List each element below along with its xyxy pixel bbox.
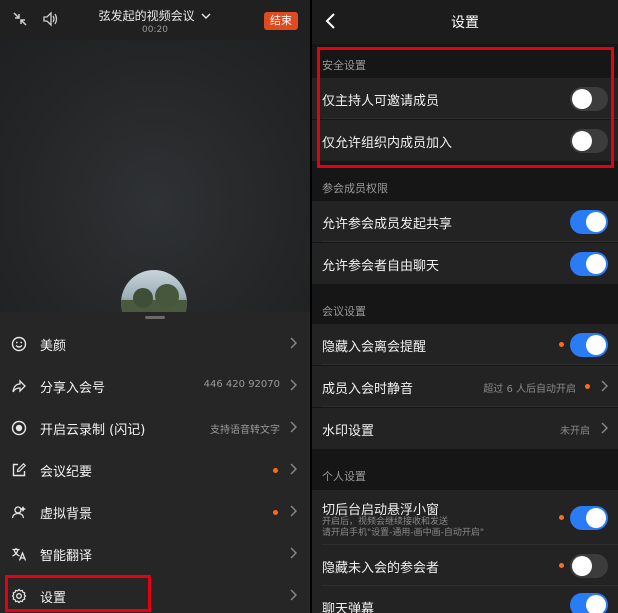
meeting-panel: 弦发起的视频会议 00:20 结束 美颜 分享入会号 446 420 92070… bbox=[0, 0, 310, 613]
menu-item-translate[interactable]: 智能翻译 bbox=[0, 533, 310, 575]
toggle-floating-window[interactable] bbox=[570, 506, 608, 530]
menu-item-meeting-notes[interactable]: 会议纪要 bbox=[0, 449, 310, 491]
setting-row-allow-share: 允许参会成员发起共享 bbox=[312, 201, 618, 242]
setting-row-floating-window: 切后台启动悬浮小窗 开启后，视频会继续接收和发送 请开启手机"设置-通用-画中画… bbox=[312, 490, 618, 545]
record-icon bbox=[11, 420, 27, 436]
meeting-top-bar: 弦发起的视频会议 00:20 结束 bbox=[0, 0, 310, 40]
new-badge-dot bbox=[559, 563, 564, 568]
setting-label: 切后台启动悬浮小窗 bbox=[322, 503, 440, 518]
share-icon bbox=[12, 379, 26, 393]
setting-value: 未开启 bbox=[560, 426, 590, 437]
highlight-box-security bbox=[317, 47, 614, 168]
toggle-free-chat[interactable] bbox=[570, 252, 608, 276]
chevron-right-icon bbox=[290, 337, 297, 349]
setting-value: 超过 6 人后自动开启 bbox=[483, 384, 576, 395]
chevron-right-icon bbox=[601, 380, 608, 392]
setting-label: 隐藏入会离会提醒 bbox=[322, 340, 427, 355]
highlight-box-settings bbox=[5, 575, 151, 612]
toggle-hide-absent[interactable] bbox=[570, 554, 608, 578]
translate-icon bbox=[12, 548, 27, 561]
setting-description: 请开启手机"设置-通用-画中画-自动开启" bbox=[322, 528, 485, 538]
toggle-knob bbox=[586, 212, 606, 232]
menu-item-share-id[interactable]: 分享入会号 446 420 92070 bbox=[0, 365, 310, 407]
toggle-hide-join-leave[interactable] bbox=[570, 333, 608, 357]
settings-title: 设置 bbox=[451, 15, 479, 31]
meeting-id-value: 446 420 92070 bbox=[203, 379, 280, 390]
toggle-allow-share[interactable] bbox=[570, 210, 608, 234]
toggle-knob bbox=[586, 595, 606, 613]
menu-item-virtual-background[interactable]: 虚拟背景 bbox=[0, 491, 310, 533]
setting-row-watermark[interactable]: 水印设置 未开启 bbox=[312, 408, 618, 449]
row-divider bbox=[322, 406, 618, 407]
row-divider bbox=[322, 364, 618, 365]
chevron-right-icon bbox=[290, 589, 297, 601]
record-hint: 支持语音转文字 bbox=[210, 425, 280, 436]
menu-item-label: 分享入会号 bbox=[40, 381, 106, 396]
new-badge-dot bbox=[559, 342, 564, 347]
section-title-participants: 参会成员权限 bbox=[322, 182, 388, 195]
new-badge-dot bbox=[585, 384, 590, 389]
setting-label: 水印设置 bbox=[322, 424, 375, 439]
section-title-personal: 个人设置 bbox=[322, 470, 366, 483]
virtual-background-icon bbox=[11, 506, 26, 519]
chevron-down-icon bbox=[201, 13, 211, 19]
setting-label: 隐藏未入会的参会者 bbox=[322, 561, 440, 576]
menu-item-label: 美颜 bbox=[40, 339, 67, 354]
setting-label: 聊天弹幕 bbox=[322, 602, 375, 613]
new-badge-dot bbox=[559, 515, 564, 520]
sheet-grabber[interactable] bbox=[145, 316, 165, 319]
menu-item-label: 虚拟背景 bbox=[40, 507, 93, 522]
toggle-knob bbox=[572, 556, 592, 576]
setting-row-chat-danmaku: 聊天弹幕 bbox=[312, 586, 618, 613]
smile-icon bbox=[11, 336, 27, 352]
setting-row-mute-on-join[interactable]: 成员入会时静音 超过 6 人后自动开启 bbox=[312, 366, 618, 407]
chevron-right-icon bbox=[290, 463, 297, 475]
new-badge-dot bbox=[273, 468, 278, 473]
menu-item-beauty[interactable]: 美颜 bbox=[0, 323, 310, 365]
new-badge-dot bbox=[273, 510, 278, 515]
toggle-knob bbox=[586, 254, 606, 274]
chevron-right-icon bbox=[290, 421, 297, 433]
settings-header: 设置 bbox=[312, 0, 618, 44]
chevron-right-icon bbox=[290, 505, 297, 517]
row-divider bbox=[322, 241, 618, 242]
end-meeting-button[interactable]: 结束 bbox=[264, 12, 298, 30]
menu-item-label: 智能翻译 bbox=[40, 549, 93, 564]
chevron-right-icon bbox=[601, 422, 608, 434]
setting-description: 开启后，视频会继续接收和发送 bbox=[322, 517, 449, 527]
setting-label: 成员入会时静音 bbox=[322, 382, 414, 397]
menu-item-label: 开启云录制 (闪记) bbox=[40, 423, 146, 438]
toggle-chat-danmaku[interactable] bbox=[570, 593, 608, 613]
setting-label: 允许参会者自由聊天 bbox=[322, 259, 440, 274]
chevron-right-icon bbox=[290, 547, 297, 559]
setting-row-hide-absent: 隐藏未入会的参会者 bbox=[312, 545, 618, 586]
settings-panel: 设置 安全设置 仅主持人可邀请成员 仅允许组织内成员加入 参会成员权限 允许参会… bbox=[312, 0, 618, 613]
section-title-meeting: 会议设置 bbox=[322, 305, 366, 318]
setting-row-free-chat: 允许参会者自由聊天 bbox=[312, 243, 618, 284]
menu-item-label: 会议纪要 bbox=[40, 465, 93, 480]
chevron-right-icon bbox=[290, 379, 297, 391]
edit-notes-icon bbox=[12, 462, 27, 477]
setting-label: 允许参会成员发起共享 bbox=[322, 217, 453, 232]
menu-item-cloud-record[interactable]: 开启云录制 (闪记) 支持语音转文字 bbox=[0, 407, 310, 449]
toggle-knob bbox=[586, 335, 606, 355]
toggle-knob bbox=[586, 508, 606, 528]
setting-row-hide-join-leave: 隐藏入会离会提醒 bbox=[312, 324, 618, 365]
